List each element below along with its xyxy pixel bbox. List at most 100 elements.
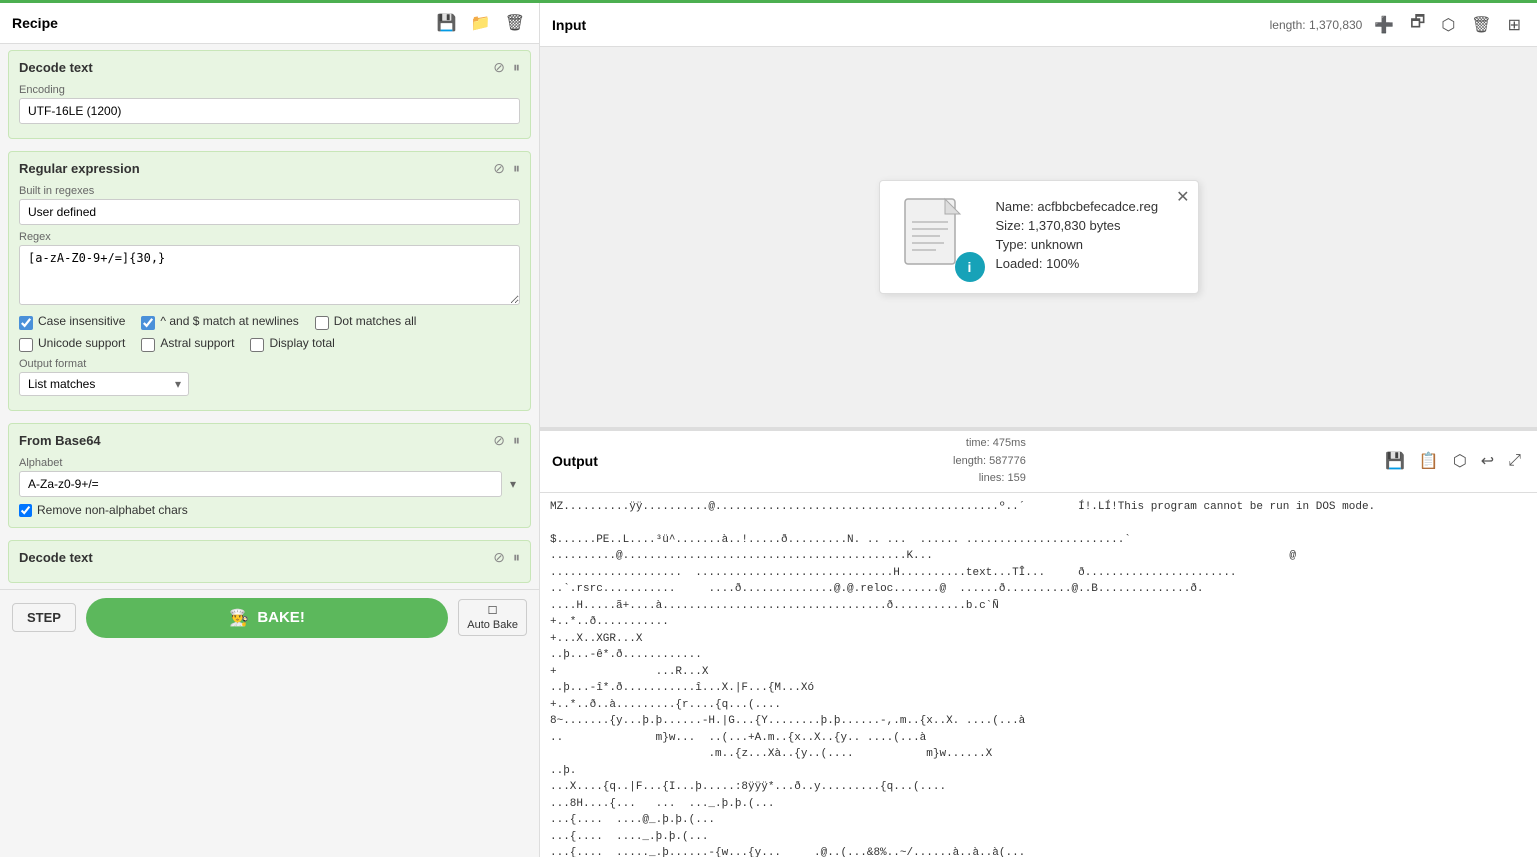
output-length-value: 587776 [989,455,1026,467]
from-base64-header: From Base64 ⊘ ⏸ [19,432,520,449]
file-size-label: Size: [996,218,1029,233]
regex-field: Regex [a-zA-Z0-9+/=]{30,} [19,231,520,308]
input-grid-button[interactable]: ⊞ [1504,13,1525,37]
file-loaded-value: 100% [1046,256,1079,271]
regex-textarea[interactable]: [a-zA-Z0-9+/=]{30,} [19,245,520,305]
decode-text-bottom-pause-icon[interactable]: ⏸ [513,549,520,566]
input-content: i Name: acfbbcbefecadce.reg Size: 1,370,… [540,47,1537,427]
dot-matches-all-checkbox-item[interactable]: Dot matches all [315,314,417,330]
recipe-title: Recipe [12,15,58,31]
file-size-value: 1,370,830 bytes [1028,218,1121,233]
remove-nonalpha-checkbox[interactable] [19,504,32,517]
step-button[interactable]: STEP [12,603,76,632]
dot-matches-all-label: Dot matches all [334,314,417,330]
decode-text-title: Decode text [19,60,93,75]
output-title: Output [552,453,598,469]
decode-text-bottom-controls: ⊘ ⏸ [493,549,520,566]
output-lines-value: 159 [1007,472,1025,484]
builtin-regexes-field: Built in regexes [19,185,520,225]
auto-bake-button[interactable]: ☐ Auto Bake [458,599,527,636]
file-name-value: acfbbcbefecadce.reg [1037,199,1158,214]
from-base64-disable-icon[interactable]: ⊘ [493,432,505,449]
decode-text-header: Decode text ⊘ ⏸ [19,59,520,76]
astral-label: Astral support [160,336,234,352]
disable-icon[interactable]: ⊘ [493,59,505,76]
display-total-checkbox-item[interactable]: Display total [250,336,334,352]
decode-text-bottom-header: Decode text ⊘ ⏸ [19,549,520,566]
output-save-button[interactable]: 💾 [1381,449,1409,473]
output-expand-button[interactable]: ⤢ [1504,449,1525,473]
delete-recipe-button[interactable]: 🗑 [503,11,527,35]
from-base64-pause-icon[interactable]: ⏸ [513,432,520,449]
bake-label: BAKE! [257,609,305,626]
regex-pause-icon[interactable]: ⏸ [513,160,520,177]
alphabet-dropdown-icon[interactable]: ▾ [506,472,520,496]
input-right: length: 1,370,830 ➕ 🗗 ⬡ 🗑 ⊞ [1270,9,1525,40]
encoding-input[interactable] [19,98,520,124]
astral-checkbox[interactable] [141,338,155,352]
caret-dollar-label: ^ and $ match at newlines [160,314,298,330]
file-type-row: Type: unknown [996,237,1178,252]
regex-header: Regular expression ⊘ ⏸ [19,160,520,177]
save-recipe-button[interactable]: 💾 [435,11,459,35]
decode-text-section-bottom: Decode text ⊘ ⏸ [8,540,531,583]
file-loaded-label: Loaded: [996,256,1047,271]
output-format-select[interactable]: List matches Highlight matches [19,372,189,396]
file-loaded-row: Loaded: 100% [996,256,1178,271]
output-copy-button[interactable]: 📋 [1415,449,1443,473]
recipe-icons: 💾 📁 🗑 [435,11,527,35]
decode-text-controls: ⊘ ⏸ [493,59,520,76]
bake-button[interactable]: 👨‍🍳 BAKE! [86,598,448,638]
remove-nonalpha-checkbox-item[interactable]: Remove non-alphabet chars [19,503,520,519]
checkboxes-row-1: Case insensitive ^ and $ match at newlin… [19,314,520,330]
caret-dollar-checkbox[interactable] [141,316,155,330]
astral-checkbox-item[interactable]: Astral support [141,336,234,352]
output-format-label: Output format [19,358,520,370]
output-format-select-wrapper[interactable]: List matches Highlight matches [19,372,189,396]
unicode-checkbox[interactable] [19,338,33,352]
case-insensitive-checkbox[interactable] [19,316,33,330]
builtin-regexes-input[interactable] [19,199,520,225]
output-length-label: length: [953,455,989,467]
unicode-checkbox-item[interactable]: Unicode support [19,336,125,352]
output-time-value: 475ms [993,437,1026,449]
case-insensitive-checkbox-item[interactable]: Case insensitive [19,314,125,330]
auto-bake-checkbox-icon: ☐ [488,604,498,617]
encoding-field: Encoding [19,84,520,124]
output-lines-label: lines: [979,472,1008,484]
input-add-button[interactable]: ➕ [1370,13,1398,37]
alphabet-input[interactable] [19,471,502,497]
input-window-button[interactable]: 🗗 [1406,9,1429,40]
alphabet-row: ▾ [19,471,520,497]
unicode-label: Unicode support [38,336,125,352]
close-file-card-button[interactable]: ✕ [1176,187,1189,207]
output-undo-button[interactable]: ↩ [1477,449,1498,473]
output-content[interactable]: MZ..........ÿÿ..........@...............… [540,493,1537,857]
output-actions: 💾 📋 ⬡ ↩ ⤢ [1381,449,1525,473]
encoding-label: Encoding [19,84,520,96]
file-info-badge: i [955,252,985,282]
from-base64-section: From Base64 ⊘ ⏸ Alphabet ▾ Remove non-al… [8,423,531,528]
input-delete-button[interactable]: 🗑 [1467,13,1495,37]
caret-dollar-checkbox-item[interactable]: ^ and $ match at newlines [141,314,298,330]
file-details: Name: acfbbcbefecadce.reg Size: 1,370,83… [996,199,1178,275]
output-header: Output time: 475ms length: 587776 lines:… [540,431,1537,493]
regex-title: Regular expression [19,161,140,176]
chef-icon: 👨‍🍳 [229,608,249,628]
regex-section: Regular expression ⊘ ⏸ Built in regexes … [8,151,531,411]
file-type-label: Type: [996,237,1031,252]
regex-controls: ⊘ ⏸ [493,160,520,177]
checkboxes-row-2: Unicode support Astral support Display t… [19,336,520,352]
dot-matches-all-checkbox[interactable] [315,316,329,330]
pause-icon[interactable]: ⏸ [513,59,520,76]
file-card: i Name: acfbbcbefecadce.reg Size: 1,370,… [879,180,1199,294]
decode-text-bottom-disable-icon[interactable]: ⊘ [493,549,505,566]
output-move-button[interactable]: ⬡ [1449,449,1471,473]
display-total-checkbox[interactable] [250,338,264,352]
output-section: Output time: 475ms length: 587776 lines:… [540,430,1537,857]
input-move-button[interactable]: ⬡ [1437,13,1459,37]
regex-disable-icon[interactable]: ⊘ [493,160,505,177]
alphabet-field: Alphabet ▾ [19,457,520,497]
open-folder-button[interactable]: 📁 [469,11,493,35]
input-title: Input [552,17,586,33]
